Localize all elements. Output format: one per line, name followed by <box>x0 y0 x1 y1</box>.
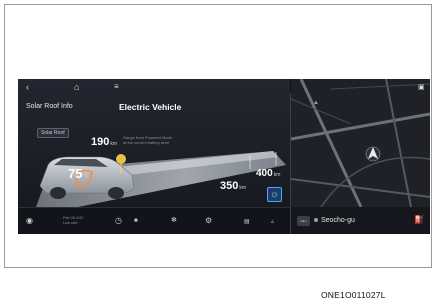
battery-level: 75% <box>68 166 88 181</box>
infotainment-screen: ‹ ⌂ ≡ Solar Roof Info Electric Vehicle S… <box>18 79 430 234</box>
range-current-value: 350 <box>220 180 239 192</box>
battery-level-unit: % <box>83 174 88 180</box>
current-location: Seocho-gu <box>314 217 355 224</box>
charge-schedule: Feb 05 4:02 Low rate <box>63 216 83 226</box>
solar-mode-button[interactable]: ☼ <box>267 187 282 202</box>
range-max-value: 400 <box>256 168 273 179</box>
map-options-icon[interactable]: ▣ <box>418 83 425 93</box>
figure-code: ONE1O011027L <box>321 290 386 300</box>
clock-icon[interactable]: ◷ <box>115 216 122 225</box>
location-dot-icon <box>314 218 318 223</box>
climate-icon[interactable]: ⚙ <box>205 216 212 225</box>
map-roads <box>291 79 430 208</box>
range-solar-value: 190 <box>91 136 110 148</box>
seat-icon[interactable]: ■ <box>134 218 138 224</box>
compass-icon[interactable]: ▲ <box>313 98 319 108</box>
map-pane[interactable]: ▣ ▲ Navi Seocho-gu ⛽ <box>291 79 430 234</box>
range-solar: 190km <box>91 136 117 148</box>
location-name: Seocho-gu <box>321 217 355 224</box>
front-defrost-icon[interactable]: ▵ <box>271 218 274 225</box>
range-solar-note: Range from Powered Mode at the current b… <box>123 135 172 145</box>
navi-chip[interactable]: Navi <box>297 216 310 226</box>
range-note-line2: at the current battery level <box>123 140 170 145</box>
range-max-unit: km <box>273 172 281 178</box>
record-icon[interactable]: ◉ <box>26 216 33 225</box>
bottom-control-bar: ◉ Feb 05 4:02 Low rate ◷ ■ ✻ ⚙ ▤ ▵ <box>18 207 290 234</box>
battery-level-value: 75 <box>68 166 83 181</box>
charging-station-icon[interactable]: ⛽ <box>414 215 424 225</box>
fan-icon[interactable]: ✻ <box>171 216 177 224</box>
range-current-unit: km <box>239 185 247 191</box>
map-bottom-bar: Navi Seocho-gu ⛽ <box>291 207 430 234</box>
range-solar-unit: km <box>110 141 118 147</box>
energy-pane: ‹ ⌂ ≡ Solar Roof Info Electric Vehicle S… <box>18 79 290 234</box>
range-max: 400km <box>256 168 280 179</box>
schedule-line2: Low rate <box>63 221 78 225</box>
rear-defrost-icon[interactable]: ▤ <box>244 218 250 225</box>
sun-icon: ☼ <box>269 189 280 200</box>
range-current: 350km <box>220 180 246 192</box>
